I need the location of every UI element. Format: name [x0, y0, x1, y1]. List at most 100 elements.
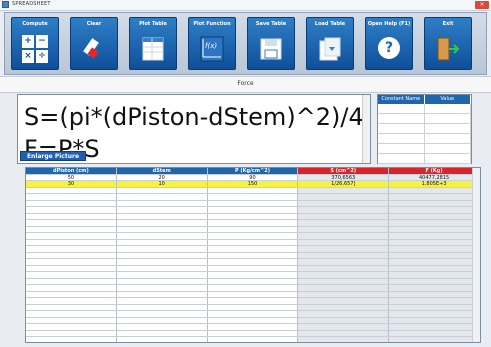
cell[interactable] — [389, 226, 480, 232]
cell[interactable] — [298, 259, 390, 265]
cell[interactable] — [117, 233, 208, 239]
cell[interactable] — [298, 324, 390, 330]
cell[interactable] — [117, 187, 208, 193]
cell[interactable] — [298, 220, 390, 226]
cell[interactable] — [389, 298, 480, 304]
clear-button[interactable]: Clear — [70, 17, 118, 70]
constant-cell[interactable] — [425, 144, 471, 153]
cell[interactable] — [208, 298, 299, 304]
cell[interactable] — [389, 194, 480, 200]
cell[interactable] — [26, 291, 117, 297]
cell[interactable] — [26, 298, 117, 304]
cell[interactable] — [389, 187, 480, 193]
cell[interactable] — [389, 311, 480, 317]
cell[interactable] — [208, 220, 299, 226]
load-table-button[interactable]: Load Table — [306, 17, 354, 70]
cell[interactable]: 40477,2815 — [389, 174, 480, 180]
exit-button[interactable]: Exit — [424, 17, 472, 70]
cell[interactable]: 20 — [117, 174, 208, 180]
cell[interactable] — [26, 252, 117, 258]
cell[interactable] — [26, 187, 117, 193]
cell[interactable] — [208, 200, 299, 206]
cell[interactable] — [389, 252, 480, 258]
cell[interactable] — [389, 324, 480, 330]
cell[interactable] — [208, 265, 299, 271]
cell[interactable] — [26, 330, 117, 336]
cell[interactable] — [117, 285, 208, 291]
cell[interactable] — [389, 272, 480, 278]
cell[interactable] — [26, 239, 117, 245]
close-button[interactable]: × — [475, 1, 489, 9]
cell[interactable] — [117, 246, 208, 252]
constant-cell[interactable] — [425, 154, 471, 163]
cell[interactable] — [117, 259, 208, 265]
header-area[interactable]: S (cm^2) — [298, 168, 390, 174]
cell[interactable] — [117, 317, 208, 323]
cell[interactable] — [26, 278, 117, 284]
cell[interactable] — [389, 239, 480, 245]
enlarge-picture-button[interactable]: Enlarge Picture — [20, 151, 86, 161]
cell[interactable] — [208, 239, 299, 245]
cell[interactable] — [208, 330, 299, 336]
cell[interactable] — [208, 252, 299, 258]
cell[interactable] — [298, 285, 390, 291]
cell[interactable] — [298, 226, 390, 232]
cell[interactable] — [26, 259, 117, 265]
cell[interactable] — [26, 246, 117, 252]
cell[interactable] — [298, 317, 390, 323]
constant-cell[interactable] — [425, 134, 471, 143]
cell[interactable] — [26, 213, 117, 219]
cell[interactable] — [117, 272, 208, 278]
cell[interactable] — [117, 213, 208, 219]
constant-cell[interactable] — [378, 154, 425, 163]
cell[interactable] — [117, 194, 208, 200]
cell[interactable] — [298, 200, 390, 206]
cell[interactable] — [389, 330, 480, 336]
cell[interactable] — [117, 278, 208, 284]
constant-cell[interactable] — [425, 124, 471, 133]
cell[interactable] — [208, 304, 299, 310]
cell[interactable] — [208, 207, 299, 213]
cell[interactable] — [389, 291, 480, 297]
cell[interactable] — [117, 207, 208, 213]
cell[interactable] — [26, 311, 117, 317]
cell[interactable] — [117, 324, 208, 330]
cell[interactable]: 1/26,657] — [298, 181, 390, 187]
cell[interactable] — [26, 220, 117, 226]
cell[interactable] — [389, 259, 480, 265]
grid-scrollbar[interactable] — [472, 168, 480, 342]
cell[interactable] — [208, 246, 299, 252]
formula-scrollbar[interactable] — [362, 95, 370, 163]
cell[interactable]: 150 — [207, 181, 299, 187]
cell[interactable] — [208, 291, 299, 297]
constant-cell[interactable] — [378, 134, 425, 143]
constant-cell[interactable] — [378, 104, 425, 113]
cell[interactable] — [26, 337, 117, 342]
plot-table-button[interactable]: Plot Table — [129, 17, 177, 70]
save-table-button[interactable]: Save Table — [247, 17, 295, 70]
cell[interactable] — [298, 291, 390, 297]
cell[interactable] — [208, 259, 299, 265]
cell[interactable] — [389, 200, 480, 206]
cell[interactable] — [26, 272, 117, 278]
constant-cell[interactable] — [378, 124, 425, 133]
open-help-button[interactable]: Open Help (F1) ? — [365, 17, 413, 70]
cell[interactable] — [26, 233, 117, 239]
cell[interactable] — [117, 220, 208, 226]
constant-cell[interactable] — [378, 114, 425, 123]
cell[interactable] — [389, 220, 480, 226]
plot-function-button[interactable]: Plot Function f(x) — [188, 17, 236, 70]
cell[interactable] — [298, 246, 390, 252]
cell[interactable] — [117, 200, 208, 206]
cell[interactable]: 10 — [116, 181, 208, 187]
cell[interactable] — [389, 233, 480, 239]
header-dpiston[interactable]: dPiston (cm) — [26, 168, 117, 174]
cell[interactable] — [298, 272, 390, 278]
cell[interactable] — [389, 337, 480, 342]
cell[interactable]: 1,805E+3 — [389, 181, 480, 187]
cell[interactable] — [389, 265, 480, 271]
cell[interactable] — [389, 278, 480, 284]
cell[interactable] — [26, 285, 117, 291]
cell[interactable] — [208, 233, 299, 239]
cell[interactable] — [298, 207, 390, 213]
